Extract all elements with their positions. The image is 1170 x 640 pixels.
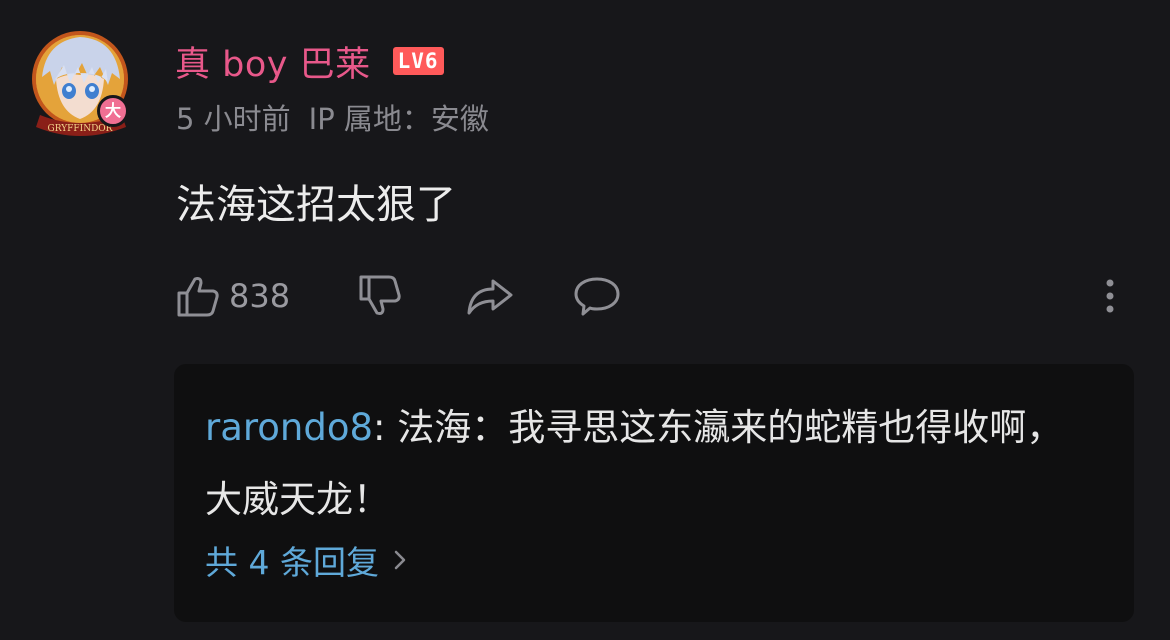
reply-item: rarondo8: 法海：我寻思这东瀛来的蛇精也得收啊，大威天龙！ <box>205 392 1085 536</box>
level-badge: LV6 <box>392 47 444 75</box>
like-count: 838 <box>229 277 291 315</box>
share-arrow-icon <box>467 279 513 315</box>
action-bar: 838 <box>175 270 1125 322</box>
reply-preview[interactable]: rarondo8: 法海：我寻思这东瀛来的蛇精也得收啊，大威天龙！ 共 4 条回… <box>174 364 1134 622</box>
username[interactable]: 真 boy 巴莱 <box>175 36 371 87</box>
thumbs-down-icon <box>359 275 401 315</box>
more-vertical-icon <box>1106 279 1114 313</box>
comment-time: 5 小时前 <box>176 102 291 136</box>
view-more-replies-link[interactable]: 共 4 条回复 <box>205 536 407 584</box>
ip-location: IP 属地：安徽 <box>308 102 489 136</box>
thumbs-up-icon <box>177 277 219 317</box>
more-replies-label: 共 4 条回复 <box>205 543 379 582</box>
chevron-right-icon <box>394 550 406 570</box>
like-button[interactable]: 838 <box>175 270 290 322</box>
dislike-button[interactable] <box>357 270 403 322</box>
comment-header: 真 boy 巴莱 LV6 <box>175 36 444 87</box>
chat-bubble-icon <box>574 277 620 316</box>
avatar-ring-text: GRYFFINDOR <box>48 124 113 134</box>
reply-author[interactable]: rarondo8 <box>205 406 373 449</box>
share-button[interactable] <box>465 270 515 322</box>
reply-separator: : <box>373 406 398 449</box>
more-options-button[interactable] <box>1095 270 1125 322</box>
comment-text: 法海这招太狠了 <box>176 182 456 228</box>
vip-badge: 大 <box>97 95 129 127</box>
comment-meta: 5 小时前 IP 属地：安徽 <box>176 96 489 138</box>
reply-button[interactable] <box>573 270 621 322</box>
